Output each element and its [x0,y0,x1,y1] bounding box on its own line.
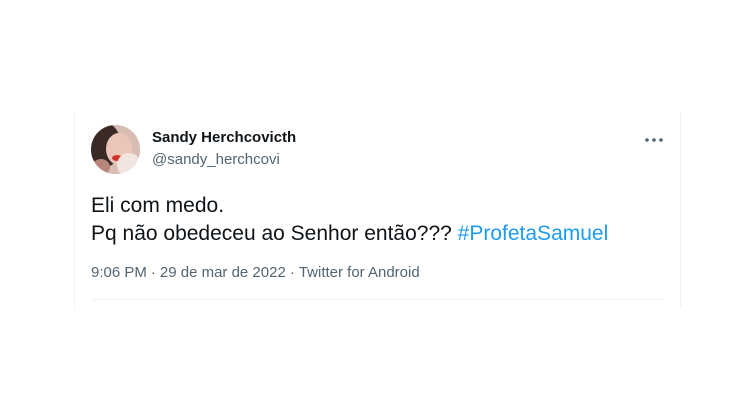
tweet-text-body: Pq não obedeceu ao Senhor então??? [91,222,452,245]
tweet-source[interactable]: Twitter for Android [299,264,420,281]
more-horizontal-icon [645,138,663,142]
tweet-metadata: 9:06 PM · 29 de mar de 2022 · Twitter for An… [91,264,420,281]
tweet-date[interactable]: 29 de mar de 2022 [160,264,286,281]
tweet-time[interactable]: 9:06 PM [91,264,147,281]
separator-dot: · [289,264,295,281]
hashtag-link[interactable]: #ProfetaSamuel [458,222,609,245]
separator-dot: · [150,264,156,281]
profile-photo-icon [91,125,140,174]
tweet-text-line-2: Pq não obedeceu ao Senhor então??? #Prof… [91,220,608,248]
more-options-button[interactable] [644,130,664,150]
divider [91,299,664,300]
user-handle[interactable]: @sandy_herchcovi [152,151,280,168]
tweet-card: Sandy Herchcovicth @sandy_herchcovi Eli … [74,112,681,308]
display-name[interactable]: Sandy Herchcovicth [152,129,296,146]
tweet-text-line-1: Eli com medo. [91,194,225,217]
avatar[interactable] [91,125,140,174]
tweet-text: Eli com medo. Pq não obedeceu ao Senhor … [91,192,608,248]
